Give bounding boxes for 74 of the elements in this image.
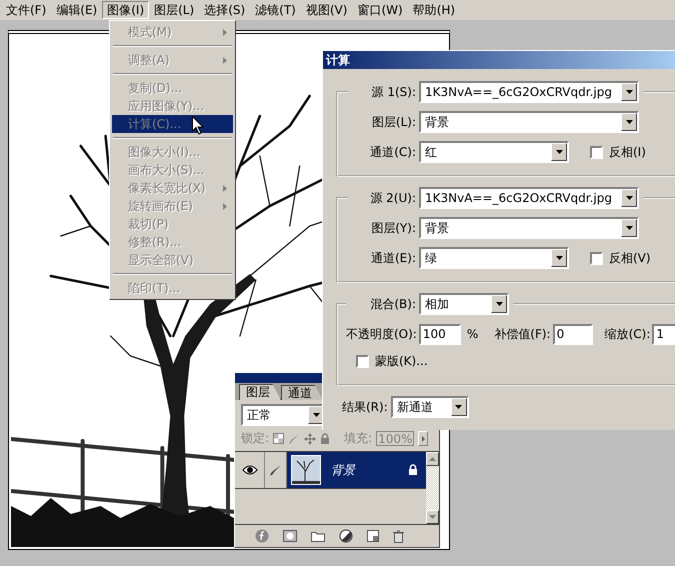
layer-row[interactable]: 背景: [235, 452, 426, 489]
cursor-icon: [192, 116, 204, 135]
field-label: 缩放(C):: [604, 326, 650, 342]
blending-select[interactable]: 相加: [419, 293, 509, 315]
caret-icon: [496, 302, 502, 306]
down-arrow-icon: [429, 515, 436, 519]
stepper-button[interactable]: [418, 431, 428, 446]
checkbox[interactable]: [590, 146, 603, 158]
caret-icon: [626, 196, 632, 200]
menu-bar-item[interactable]: 文件(F): [1, 1, 52, 19]
checkbox-label: 蒙版(K)...: [375, 352, 428, 370]
menu-bar-item[interactable]: 窗口(W): [352, 1, 408, 19]
menu-bar-item[interactable]: 图层(L): [149, 1, 200, 19]
menu-bar-item[interactable]: 图像(I): [102, 1, 150, 19]
caret-icon: [312, 413, 320, 417]
layer-select[interactable]: 背景: [419, 217, 639, 239]
menu-bar-item[interactable]: 滤镜(T): [250, 1, 301, 19]
result-select[interactable]: 新通道: [390, 396, 469, 418]
menu-bar-item[interactable]: 帮助(H): [408, 1, 460, 19]
menu-bar-item[interactable]: 选择(S): [199, 1, 250, 19]
source-select[interactable]: 1K3NvA==_6cG2OxCRVqdr.jpg: [419, 187, 639, 209]
field-label: 通道(C):: [369, 144, 416, 160]
field-label: 图层(L):: [370, 114, 416, 130]
field-label: 通道(E):: [370, 250, 416, 266]
mask-icon[interactable]: [282, 530, 296, 542]
brush-icon: [288, 432, 300, 444]
field-label: 图层(Y):: [370, 220, 416, 236]
tree-thumbnail: [291, 455, 321, 485]
lock-icon: [320, 432, 330, 444]
channel-select[interactable]: 红: [419, 141, 569, 163]
unit-label: %: [466, 327, 478, 341]
field-label: 混合(B):: [369, 296, 416, 312]
visibility-toggle[interactable]: [235, 452, 265, 488]
brush-icon: [269, 464, 282, 476]
caret-icon: [556, 256, 562, 260]
opacity-field[interactable]: 100: [418, 324, 461, 344]
field-label: 不透明度(O):: [346, 326, 417, 342]
new-layer-icon[interactable]: [366, 530, 378, 542]
field-label: 源 2(U):: [369, 190, 416, 206]
dialog-title: 计算: [323, 51, 675, 69]
trash-icon[interactable]: [392, 530, 404, 542]
checkbox-label: 反相(I): [609, 144, 646, 160]
circle-f-icon[interactable]: [254, 529, 268, 543]
checkbox[interactable]: [590, 252, 603, 264]
caret-icon: [455, 405, 462, 409]
field-label: 结果(R):: [342, 398, 388, 416]
caret-icon: [626, 90, 632, 94]
half-circle-icon[interactable]: [338, 529, 352, 543]
fill-label: 填充:: [344, 430, 372, 447]
caret-icon: [556, 150, 562, 154]
layer-name: 背景: [331, 462, 355, 478]
menu-bar-item[interactable]: 编辑(E): [51, 1, 102, 19]
up-arrow-icon: [429, 457, 436, 461]
menu-bar-item[interactable]: 视图(V): [300, 1, 352, 19]
folder-icon[interactable]: [310, 530, 324, 542]
arrow-icon: [422, 436, 425, 442]
caret-icon: [626, 226, 632, 230]
lock-label: 锁定:: [241, 430, 270, 447]
field-label: 源 1(S):: [370, 84, 416, 100]
panel-tab[interactable]: 通道: [281, 385, 323, 400]
panel-tab[interactable]: 图层: [239, 384, 281, 400]
channel-select[interactable]: 绿: [419, 247, 569, 269]
scrollbar[interactable]: [426, 452, 439, 524]
checker-icon: [273, 433, 284, 444]
field-label: 补偿值(F):: [494, 326, 551, 342]
move-arrows-icon: [304, 432, 316, 444]
layer-select[interactable]: 背景: [419, 111, 639, 133]
source-select[interactable]: 1K3NvA==_6cG2OxCRVqdr.jpg: [419, 81, 639, 103]
caret-icon: [626, 120, 632, 124]
checkbox-label: 反相(V): [609, 250, 651, 266]
scale-field[interactable]: 1: [652, 324, 675, 344]
eye-icon: [242, 465, 258, 475]
offset-field[interactable]: 0: [552, 324, 593, 344]
checkbox[interactable]: [356, 354, 369, 368]
